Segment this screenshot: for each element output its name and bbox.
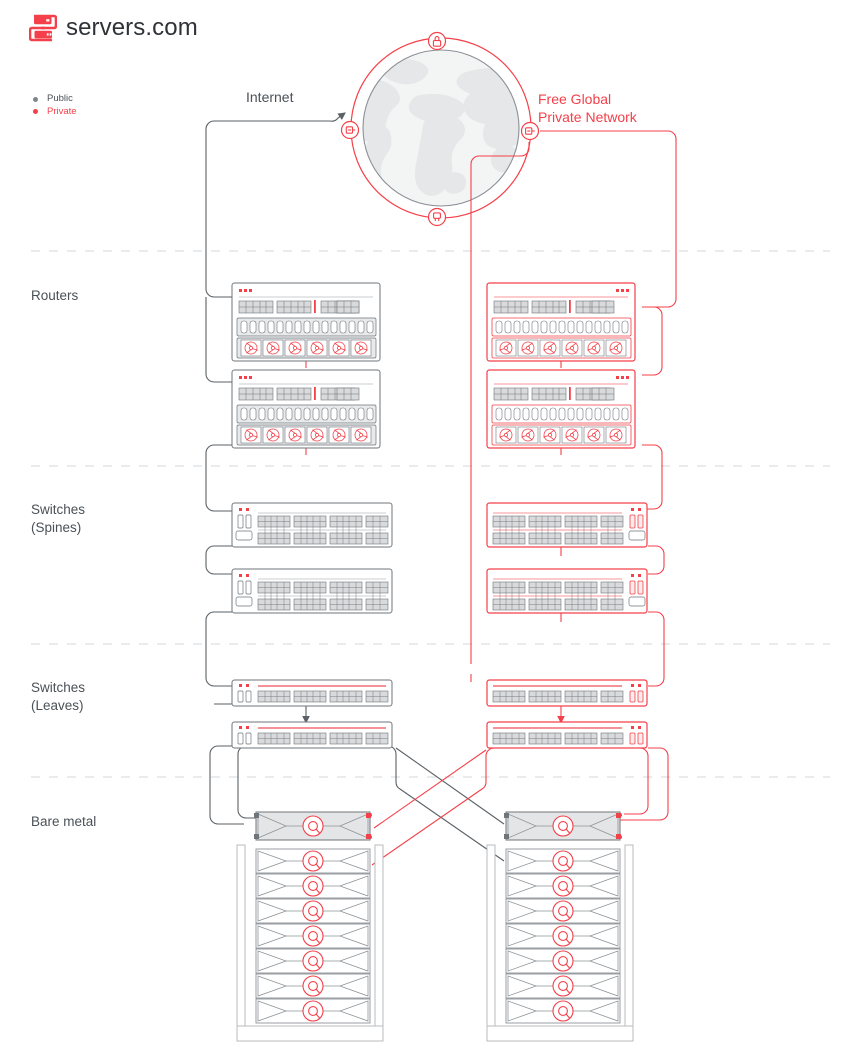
link-internet-to-globe xyxy=(205,112,346,137)
leaf-switch-private-2[interactable] xyxy=(486,721,648,749)
server-right-6[interactable] xyxy=(505,973,621,999)
router-private-2[interactable] xyxy=(486,369,636,449)
spine-switch-public-2[interactable] xyxy=(231,568,393,614)
diagram-canvas: servers.com Public Private Internet Free… xyxy=(0,0,846,1064)
router-port-blocks xyxy=(238,300,360,314)
router-private-1[interactable] xyxy=(486,282,636,362)
globe-icon-plug xyxy=(427,207,447,227)
leaf-switch-private-1[interactable] xyxy=(486,679,648,707)
globe-group xyxy=(340,31,540,227)
router-public-2[interactable] xyxy=(231,369,381,449)
globe-icon-node-right xyxy=(520,121,540,141)
leaf-switch-public-2[interactable] xyxy=(231,721,393,749)
server-left-2[interactable] xyxy=(255,873,371,899)
router-sfp-row xyxy=(236,404,377,424)
spine-switch-public-1[interactable] xyxy=(231,502,393,548)
link-internet-bus-public xyxy=(205,137,232,298)
server-left-0[interactable] xyxy=(254,811,371,841)
globe-icon-lock xyxy=(427,31,447,51)
router-sfp-row xyxy=(491,404,632,424)
router-fans xyxy=(236,337,377,359)
router-public-1[interactable] xyxy=(231,282,381,362)
world-map-icon xyxy=(363,50,519,206)
server-left-6[interactable] xyxy=(255,973,371,999)
server-left-3[interactable] xyxy=(255,898,371,924)
router-fans xyxy=(491,337,632,359)
server-left-1[interactable] xyxy=(255,848,371,874)
server-right-3[interactable] xyxy=(505,898,621,924)
router-leds xyxy=(239,376,252,379)
router-leds xyxy=(616,376,629,379)
server-left-4[interactable] xyxy=(255,923,371,949)
tier-dividers xyxy=(31,250,830,778)
router-fans xyxy=(491,424,632,446)
globe-icon-node-left xyxy=(340,120,360,140)
server-right-5[interactable] xyxy=(505,948,621,974)
link-globe-to-private-label xyxy=(540,130,677,141)
server-right-7[interactable] xyxy=(505,998,621,1024)
router-fans xyxy=(236,424,377,446)
router-leds xyxy=(616,289,629,292)
spine-switch-private-1[interactable] xyxy=(486,502,648,548)
server-right-2[interactable] xyxy=(505,873,621,899)
router-sfp-row xyxy=(491,317,632,337)
server-right-0[interactable] xyxy=(504,811,621,841)
server-right-4[interactable] xyxy=(505,923,621,949)
leaf-switch-public-1[interactable] xyxy=(231,679,393,707)
router-leds xyxy=(239,289,252,292)
server-left-5[interactable] xyxy=(255,948,371,974)
diagram-svg xyxy=(31,31,830,1042)
server-left-7[interactable] xyxy=(255,998,371,1024)
server-right-1[interactable] xyxy=(505,848,621,874)
spine-switch-private-2[interactable] xyxy=(486,568,648,614)
router-sfp-row xyxy=(236,317,377,337)
